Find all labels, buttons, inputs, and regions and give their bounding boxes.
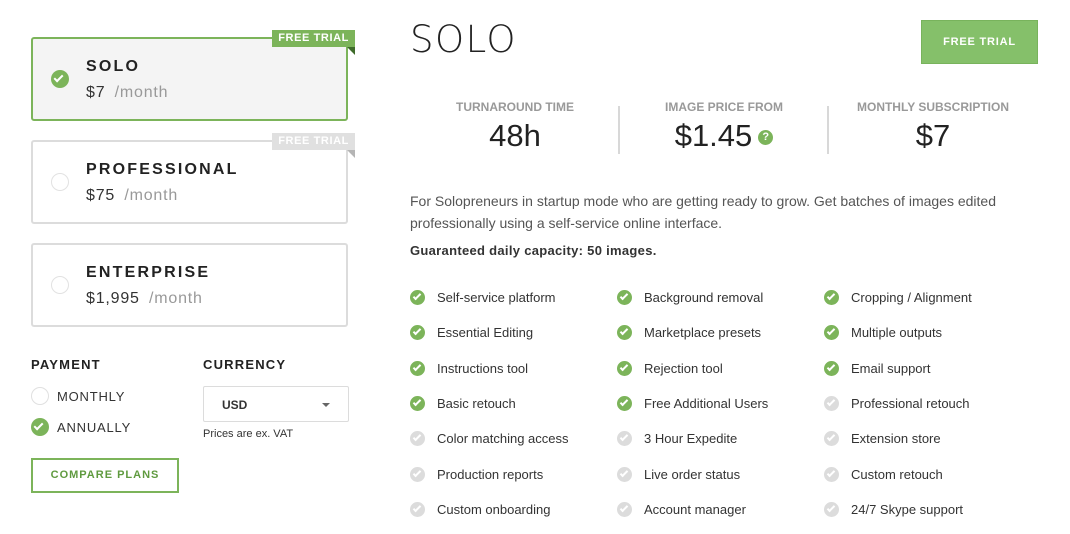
feature-label: Background removal xyxy=(644,290,764,305)
feature-label: Production reports xyxy=(437,467,544,482)
plan-description: For Solopreneurs in startup mode who are… xyxy=(410,193,996,231)
stat-value: $7 xyxy=(915,118,951,153)
plan-price-row: $7 /month xyxy=(86,84,168,102)
stat-value: $1.45 xyxy=(674,118,753,153)
plan-price-period: /month xyxy=(114,84,169,101)
check-circle-icon xyxy=(617,290,632,305)
stat-turnaround: TURNAROUND TIME 48h xyxy=(440,100,590,154)
plan-price: $1,995 xyxy=(86,290,140,307)
caret-down-icon xyxy=(322,403,330,407)
stat-label: IMAGE PRICE FROM xyxy=(664,100,783,114)
stat-subscription: MONTHLY SUBSCRIPTION $7 xyxy=(848,100,1018,154)
vat-note: Prices are ex. VAT xyxy=(203,428,294,440)
check-circle-icon xyxy=(617,396,632,411)
feature-label: Rejection tool xyxy=(644,361,723,376)
currency-select[interactable]: USD xyxy=(203,386,349,422)
plan-card-solo[interactable]: SOLO $7 /month FREE TRIAL xyxy=(31,30,355,121)
currency-label: CURRENCY xyxy=(203,357,287,372)
feature-label: Free Additional Users xyxy=(644,396,769,411)
check-circle-icon xyxy=(410,361,425,376)
stat-divider xyxy=(827,106,829,154)
feature-label: Custom onboarding xyxy=(437,502,551,517)
check-circle-disabled-icon xyxy=(824,431,839,446)
check-circle-disabled-icon xyxy=(410,467,425,482)
plan-price-period: /month xyxy=(124,187,179,204)
plan-price-period: /month xyxy=(149,290,203,307)
check-circle-icon xyxy=(410,325,425,340)
feature-label: 24/7 Skype support xyxy=(851,502,964,517)
payment-option-label: MONTHLY xyxy=(57,389,126,404)
check-circle-icon xyxy=(824,361,839,376)
stat-label: TURNAROUND TIME xyxy=(456,100,574,114)
feature-label: 3 Hour Expedite xyxy=(644,431,738,446)
check-circle-disabled-icon xyxy=(617,467,632,482)
stat-value: 48h xyxy=(489,118,541,153)
feature-label: Marketplace presets xyxy=(644,325,762,340)
check-icon xyxy=(33,420,44,431)
plan-title: SOLO xyxy=(410,18,518,61)
check-circle-disabled-icon xyxy=(824,467,839,482)
feature-label: Custom retouch xyxy=(851,467,943,482)
free-trial-button[interactable]: FREE TRIAL xyxy=(921,20,1038,64)
check-circle-icon xyxy=(410,396,425,411)
check-circle-disabled-icon xyxy=(824,396,839,411)
currency-value: USD xyxy=(222,398,248,412)
plan-price-row: $75 /month xyxy=(86,187,178,205)
free-trial-ribbon: FREE TRIAL xyxy=(272,133,355,158)
plan-name: PROFESSIONAL xyxy=(86,161,239,178)
stat-value-row: $1.45? xyxy=(640,118,808,154)
feature-label: Professional retouch xyxy=(851,396,970,411)
check-circle-disabled-icon xyxy=(617,502,632,517)
feature-label: Cropping / Alignment xyxy=(851,290,972,305)
plan-card-enterprise[interactable]: ENTERPRISE $1,995 /month xyxy=(31,243,348,327)
plan-price: $7 xyxy=(86,84,106,101)
feature-label: Email support xyxy=(851,361,931,376)
feature-label: Color matching access xyxy=(437,431,569,446)
plan-radio-solo[interactable] xyxy=(51,70,69,88)
feature-label: Instructions tool xyxy=(437,361,529,376)
daily-capacity: Guaranteed daily capacity: 50 images. xyxy=(410,243,657,258)
radio-button[interactable] xyxy=(31,418,49,436)
feature-label: Live order status xyxy=(644,467,741,482)
check-circle-icon xyxy=(410,290,425,305)
help-icon[interactable]: ? xyxy=(758,130,774,145)
payment-label: PAYMENT xyxy=(31,357,101,372)
check-circle-disabled-icon xyxy=(824,502,839,517)
check-circle-icon xyxy=(824,325,839,340)
feature-label: Extension store xyxy=(851,431,941,446)
check-circle-icon xyxy=(617,325,632,340)
check-circle-icon xyxy=(617,361,632,376)
feature-label: Multiple outputs xyxy=(851,325,943,340)
feature-label: Account manager xyxy=(644,502,746,517)
feature-label: Essential Editing xyxy=(437,325,534,340)
check-circle-disabled-icon xyxy=(617,431,632,446)
check-circle-disabled-icon xyxy=(410,431,425,446)
check-circle-disabled-icon xyxy=(410,502,425,517)
plan-radio-professional[interactable] xyxy=(51,173,69,191)
stat-divider xyxy=(618,106,620,154)
plan-name: SOLO xyxy=(86,58,141,75)
radio-button[interactable] xyxy=(31,387,49,405)
stat-label: MONTHLY SUBSCRIPTION xyxy=(856,100,1009,114)
plan-price-row: $1,995 /month xyxy=(86,290,203,308)
compare-plans-button[interactable]: COMPARE PLANS xyxy=(31,458,179,493)
free-trial-ribbon: FREE TRIAL xyxy=(272,30,355,55)
stat-image-price: IMAGE PRICE FROM $1.45? xyxy=(640,100,808,154)
check-circle-icon xyxy=(824,290,839,305)
check-icon xyxy=(53,72,64,83)
payment-option-label: ANNUALLY xyxy=(57,420,132,435)
plan-price: $75 xyxy=(86,187,116,204)
plan-radio-enterprise[interactable] xyxy=(51,276,69,294)
feature-label: Self-service platform xyxy=(437,290,556,305)
feature-label: Basic retouch xyxy=(437,396,516,411)
plan-name: ENTERPRISE xyxy=(86,264,211,281)
plan-card-professional[interactable]: PROFESSIONAL $75 /month FREE TRIAL xyxy=(31,133,355,224)
